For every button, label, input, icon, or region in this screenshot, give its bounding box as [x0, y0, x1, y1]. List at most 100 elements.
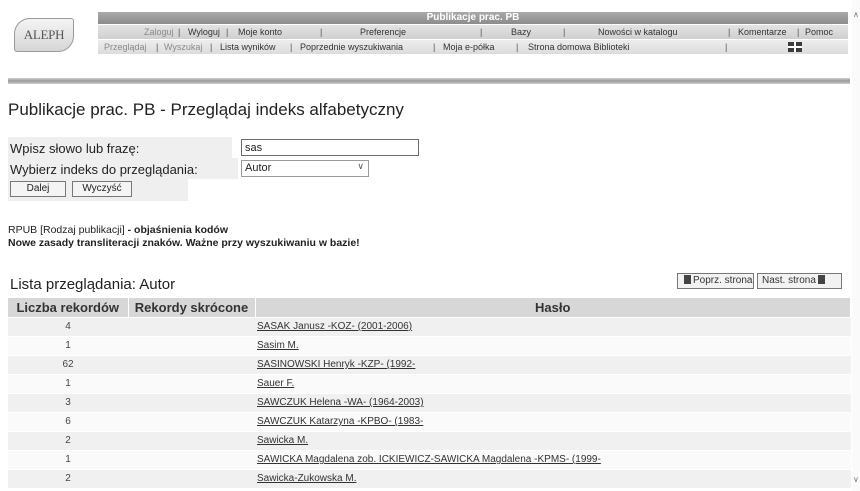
top-menu-row: Zaloguj | Wyloguj | Moje konto | Prefere…	[98, 25, 848, 39]
scroll-down-icon[interactable]: ∨	[853, 475, 859, 484]
term-row: Wpisz słowo lub frazę:	[8, 137, 419, 158]
heading-link[interactable]: Sawicka M.	[255, 435, 308, 446]
menu-databases[interactable]: Bazy	[511, 25, 531, 39]
menu-separator: |	[797, 27, 800, 37]
codes-link[interactable]: RPUB [Rodzaj publikacji]	[8, 224, 125, 236]
index-row: Wybierz indeks do przeglądania: Autor ∨	[8, 158, 414, 179]
catalog-title: Publikacje prac. PB	[98, 12, 848, 24]
table-row: 1 SAWICKA Magdalena zob. ICKIEWICZ-SAWICK…	[8, 449, 851, 469]
page-icon	[684, 275, 691, 284]
short-records-cell	[128, 468, 255, 488]
short-records-cell	[128, 335, 255, 355]
heading-link[interactable]: SASAK Janusz -KOZ- (2001-2006)	[255, 321, 412, 332]
short-records-cell	[128, 411, 255, 431]
aleph-logo[interactable]: ALEPH	[14, 18, 74, 52]
table-row: 62 SASINOWSKI Henryk -KZP- (1992-	[8, 354, 851, 374]
codes-note-text: - objaśnienia kodów	[124, 224, 228, 236]
page-title: Publikacje prac. PB - Przeglądaj indeks …	[8, 100, 404, 119]
heading-cell: SAWICKA Magdalena zob. ICKIEWICZ-SAWICKA…	[255, 449, 851, 469]
heading-cell: Sasim M.	[255, 335, 851, 355]
menu-new-items[interactable]: Nowości w katalogu	[598, 25, 678, 39]
previous-page-label: Poprz. strona	[693, 275, 753, 286]
short-records-cell	[128, 373, 255, 393]
table-row: 6 SAWCZUK Katarzyna -KPBO- (1983-	[8, 411, 851, 431]
menu-previous-searches[interactable]: Poprzednie wyszukiwania	[300, 40, 403, 54]
menu-separator: |	[290, 42, 293, 52]
heading-cell: SASINOWSKI Henryk -KZP- (1992-	[255, 354, 851, 374]
menu-browse[interactable]: Przeglądaj	[104, 40, 147, 54]
scroll-up-icon[interactable]: ∧	[853, 10, 859, 19]
next-page-label: Nast. strona	[762, 275, 816, 286]
menu-help[interactable]: Pomoc	[805, 25, 833, 39]
term-label: Wpisz słowo lub frazę:	[10, 141, 140, 156]
record-count-cell: 1	[8, 373, 128, 393]
column-header-record-count: Liczba rekordów	[8, 298, 129, 317]
short-records-cell	[128, 392, 255, 412]
browse-form: Wpisz słowo lub frazę: Wybierz indeks do…	[8, 137, 419, 201]
record-count-cell: 1	[8, 335, 128, 355]
menu-separator: |	[480, 27, 483, 37]
menu-results-list[interactable]: Lista wyników	[220, 40, 276, 54]
menu-separator: |	[563, 27, 566, 37]
page-icon	[817, 275, 825, 284]
short-records-cell	[128, 316, 255, 336]
header-divider	[8, 78, 850, 84]
menu-separator: |	[728, 27, 731, 37]
results-table: Liczba rekordów Rekordy skrócone Hasło 4…	[8, 298, 851, 488]
record-count-cell: 4	[8, 316, 128, 336]
table-row: 1 Sauer F.	[8, 373, 851, 393]
next-button[interactable]: Dalej	[10, 181, 66, 197]
column-header-heading: Hasło	[255, 298, 851, 317]
index-select-value: Autor	[245, 162, 272, 174]
codes-note: RPUB [Rodzaj publikacji] - objaśnienia k…	[8, 224, 360, 237]
heading-link[interactable]: Sasim M.	[255, 340, 299, 351]
heading-link[interactable]: SAWICKA Magdalena zob. ICKIEWICZ-SAWICKA…	[255, 454, 601, 465]
table-row: 4 SASAK Janusz -KOZ- (2001-2006)	[8, 316, 851, 336]
menu-my-eshelf[interactable]: Moja e-półka	[443, 40, 495, 54]
menu-login[interactable]: Zaloguj	[144, 25, 174, 39]
menu-separator: |	[433, 42, 436, 52]
record-count-cell: 3	[8, 392, 128, 412]
menu-comments[interactable]: Komentarze	[738, 25, 787, 39]
record-count-cell: 1	[8, 449, 128, 469]
heading-cell: Sawicka-Zukowska M.	[255, 468, 851, 488]
menu-separator: |	[178, 27, 181, 37]
header: ALEPH Publikacje prac. PB Zaloguj | Wylo…	[8, 4, 848, 64]
heading-link[interactable]: SAWCZUK Katarzyna -KPBO- (1983-	[255, 416, 423, 427]
menu-preferences[interactable]: Preferencje	[360, 25, 406, 39]
record-count-cell: 6	[8, 411, 128, 431]
heading-link[interactable]: SAWCZUK Helena -WA- (1964-2003)	[255, 397, 424, 408]
column-header-short-records: Rekordy skrócone	[128, 298, 256, 317]
menu-search[interactable]: Wyszukaj	[164, 40, 202, 54]
menu-separator: |	[226, 27, 229, 37]
table-row: 2 Sawicka M.	[8, 430, 851, 450]
english-flag-icon[interactable]	[788, 42, 802, 52]
table-row: 3 SAWCZUK Helena -WA- (1964-2003)	[8, 392, 851, 412]
heading-link[interactable]: Sauer F.	[255, 378, 294, 389]
heading-cell: SAWCZUK Helena -WA- (1964-2003)	[255, 392, 851, 412]
chevron-down-icon: ∨	[357, 161, 364, 171]
previous-page-button[interactable]: Poprz. strona	[677, 273, 754, 289]
menu-separator: |	[156, 42, 159, 52]
clear-button[interactable]: Wyczyść	[72, 181, 132, 197]
term-input[interactable]	[241, 139, 419, 156]
heading-cell: Sawicka M.	[255, 430, 851, 450]
menu-my-account[interactable]: Moje konto	[238, 25, 282, 39]
short-records-cell	[128, 449, 255, 469]
next-page-button[interactable]: Nast. strona	[757, 273, 842, 289]
menu-logout[interactable]: Wyloguj	[188, 25, 220, 39]
heading-cell: SASAK Janusz -KOZ- (2001-2006)	[255, 316, 851, 336]
menu-library-home[interactable]: Strona domowa Biblioteki	[528, 40, 630, 54]
index-select[interactable]: Autor ∨	[241, 160, 369, 177]
menu-separator: |	[320, 27, 323, 37]
scrollbar[interactable]	[852, 0, 860, 491]
heading-cell: Sauer F.	[255, 373, 851, 393]
form-buttons: Dalej Wyczyść	[8, 179, 188, 201]
heading-link[interactable]: SASINOWSKI Henryk -KZP- (1992-	[255, 359, 415, 370]
record-count-cell: 62	[8, 354, 128, 374]
second-menu-row: Przeglądaj | Wyszukaj | Lista wyników | …	[98, 40, 848, 54]
short-records-cell	[128, 430, 255, 450]
menu-separator: |	[210, 42, 213, 52]
heading-link[interactable]: Sawicka-Zukowska M.	[255, 473, 356, 484]
transliteration-note[interactable]: Nowe zasady transliteracji znaków. Ważne…	[8, 237, 360, 249]
